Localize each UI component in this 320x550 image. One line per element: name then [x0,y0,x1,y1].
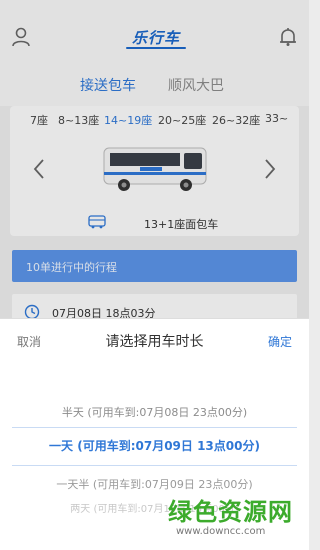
confirm-button[interactable]: 确定 [268,333,292,350]
picker-option[interactable]: 半天 (可用车到:07月08日 23点00分) [0,404,309,420]
picker-title: 请选择用车时长 [105,334,204,350]
picker-selection-line [12,427,297,428]
picker-option-selected[interactable]: 一天 (可用车到:07月09日 13点00分) [0,437,309,454]
picker-selection-line [12,465,297,466]
watermark: 绿色资源网 www.downcc.com [168,492,309,550]
picker-option[interactable]: 一天半 (可用车到:07月09日 23点00分) [0,476,309,492]
app-screen: 乐行车 接送包车 顺风大巴 7座 8~13座 14~19座 20~25座 26~… [0,0,309,550]
watermark-text: 绿色资源网 [168,498,293,526]
watermark-url: www.downcc.com [176,526,266,537]
